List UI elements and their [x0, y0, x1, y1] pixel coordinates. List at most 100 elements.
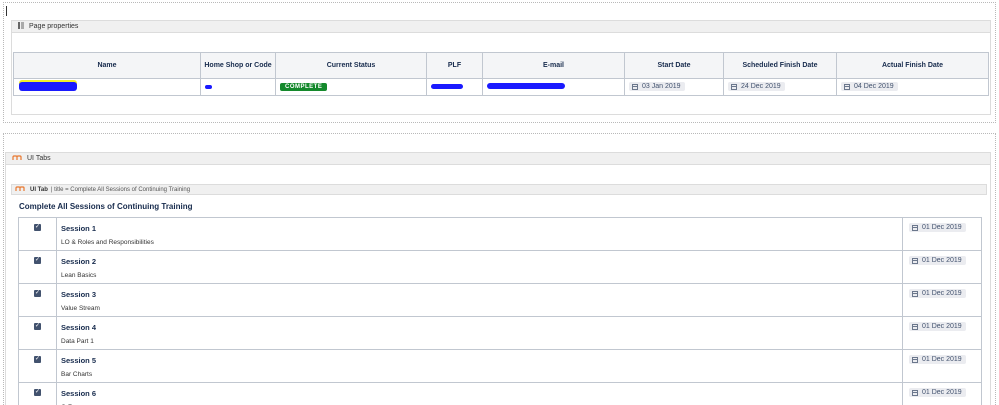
- task-row: ✓ Session 5 Bar Charts 01 Dec 2019: [18, 349, 982, 383]
- cell-plf: [426, 78, 483, 96]
- task-name: Session 4: [61, 323, 97, 332]
- calendar-icon: [912, 323, 918, 330]
- task-content-cell: Session 3 Value Stream: [56, 283, 903, 317]
- task-name: Session 1: [61, 224, 97, 233]
- ui-tabs-title: UI Tabs: [27, 155, 51, 162]
- calendar-icon: [844, 83, 850, 90]
- column-header-home-shop: Home Shop or Code: [200, 52, 276, 79]
- task-date-value: 01 Dec 2019: [922, 323, 962, 330]
- cell-email: [482, 78, 625, 96]
- task-date-cell: 01 Dec 2019: [902, 283, 982, 317]
- task-date-lozenge[interactable]: 01 Dec 2019: [909, 256, 966, 265]
- task-row: ✓ Session 3 Value Stream 01 Dec 2019: [18, 283, 982, 317]
- task-date-cell: 01 Dec 2019: [902, 250, 982, 284]
- task-content-cell: Session 1 LO & Roles and Responsibilities: [56, 217, 903, 251]
- task-date-lozenge[interactable]: 01 Dec 2019: [909, 322, 966, 331]
- cell-actual-finish: 04 Dec 2019: [836, 78, 989, 96]
- tab-content-title: Complete All Sessions of Continuing Trai…: [19, 202, 193, 211]
- calendar-icon: [731, 83, 737, 90]
- ui-tab-label: UI Tab: [30, 186, 48, 193]
- task-checkbox-cell: ✓: [18, 316, 57, 350]
- task-date-lozenge[interactable]: 01 Dec 2019: [909, 355, 966, 364]
- task-date-value: 01 Dec 2019: [922, 356, 962, 363]
- task-date-value: 01 Dec 2019: [922, 224, 962, 231]
- task-row: ✓ Session 4 Data Part 1 01 Dec 2019: [18, 316, 982, 350]
- ui-tabs-macro-header[interactable]: UI Tabs: [5, 152, 991, 165]
- cell-start-date: 03 Jan 2019: [624, 78, 724, 96]
- scheduled-finish-value: 24 Dec 2019: [741, 83, 781, 91]
- start-date-lozenge[interactable]: 03 Jan 2019: [629, 82, 685, 92]
- task-checkbox-cell: ✓: [18, 283, 57, 317]
- redacted-plf: [431, 83, 463, 89]
- page-properties-title: Page properties: [29, 23, 79, 30]
- actual-finish-lozenge[interactable]: 04 Dec 2019: [841, 82, 898, 92]
- task-checkbox-cell: ✓: [18, 250, 57, 284]
- task-checkbox[interactable]: ✓: [34, 323, 41, 330]
- task-row: ✓ Session 6C-F 01 Dec 2019: [18, 382, 982, 405]
- task-date-lozenge[interactable]: 01 Dec 2019: [909, 388, 966, 397]
- cell-status: COMPLETE: [275, 78, 427, 96]
- task-checkbox-cell: ✓: [18, 349, 57, 383]
- calendar-icon: [632, 83, 638, 90]
- task-date-lozenge[interactable]: 01 Dec 2019: [909, 223, 966, 232]
- task-name: Session 3: [61, 290, 97, 299]
- task-checkbox[interactable]: ✓: [34, 290, 41, 297]
- task-date-value: 01 Dec 2019: [922, 257, 962, 264]
- task-description: Lean Basics: [61, 272, 97, 279]
- actual-finish-value: 04 Dec 2019: [854, 83, 894, 91]
- task-checkbox-cell: ✓: [18, 217, 57, 251]
- task-description: Bar Charts: [61, 371, 93, 378]
- ui-tab-macro-header[interactable]: UI Tab | title = Complete All Sessions o…: [11, 184, 987, 195]
- task-date-cell: 01 Dec 2019: [902, 217, 982, 251]
- task-date-value: 01 Dec 2019: [922, 389, 962, 396]
- column-header-name: Name: [13, 52, 201, 79]
- column-header-actual-finish: Actual Finish Date: [836, 52, 989, 79]
- table-header-row: Name Home Shop or Code Current Status PL…: [13, 52, 989, 79]
- task-checkbox[interactable]: ✓: [34, 224, 41, 231]
- column-header-scheduled-finish: Scheduled Finish Date: [723, 52, 837, 79]
- task-checkbox[interactable]: ✓: [34, 356, 41, 363]
- task-content-cell: Session 5 Bar Charts: [56, 349, 903, 383]
- task-name: Session 6: [61, 389, 97, 398]
- redacted-home-shop: [205, 84, 212, 89]
- cell-name: [13, 78, 201, 96]
- ui-tabs-icon: [12, 154, 22, 163]
- column-header-start-date: Start Date: [624, 52, 724, 79]
- task-date-cell: 01 Dec 2019: [902, 316, 982, 350]
- task-name: Session 2: [61, 257, 97, 266]
- cell-home-shop: [200, 78, 276, 96]
- page-properties-icon: [18, 22, 24, 31]
- scheduled-finish-lozenge[interactable]: 24 Dec 2019: [728, 82, 785, 92]
- calendar-icon: [912, 290, 918, 297]
- page-properties-table: Name Home Shop or Code Current Status PL…: [13, 52, 989, 96]
- column-header-status: Current Status: [275, 52, 427, 79]
- redacted-email: [487, 83, 565, 89]
- task-checkbox[interactable]: ✓: [34, 257, 41, 264]
- table-row: COMPLETE 03 Jan 2019 24 Dec 2019 04 Dec …: [13, 78, 989, 96]
- task-list-table: ✓ Session 1 LO & Roles and Responsibilitie…: [18, 217, 982, 405]
- calendar-icon: [912, 257, 918, 264]
- column-header-plf: PLF: [426, 52, 483, 79]
- redacted-name: [19, 81, 77, 91]
- calendar-icon: [912, 224, 918, 231]
- task-date-lozenge[interactable]: 01 Dec 2019: [909, 289, 966, 298]
- calendar-icon: [912, 356, 918, 363]
- task-checkbox[interactable]: ✓: [34, 389, 41, 396]
- task-content-cell: Session 6C-F: [56, 382, 903, 405]
- status-badge: COMPLETE: [280, 83, 328, 91]
- task-content-cell: Session 2 Lean Basics: [56, 250, 903, 284]
- task-description: Data Part 1: [61, 338, 94, 345]
- calendar-icon: [912, 389, 918, 396]
- task-row: ✓ Session 1 LO & Roles and Responsibilitie…: [18, 217, 982, 251]
- task-row: ✓ Session 2 Lean Basics 01 Dec 2019: [18, 250, 982, 284]
- ui-tab-params: | title = Complete All Sessions of Conti…: [50, 186, 191, 193]
- column-header-email: E-mail: [482, 52, 625, 79]
- task-description: LO & Roles and Responsibilities: [61, 239, 154, 246]
- ui-tab-icon: [15, 185, 25, 194]
- task-content-cell: Session 4 Data Part 1: [56, 316, 903, 350]
- page-properties-macro-header[interactable]: Page properties: [11, 20, 991, 33]
- task-date-cell: 01 Dec 2019: [902, 349, 982, 383]
- task-checkbox-cell: ✓: [18, 382, 57, 405]
- task-date-cell: 01 Dec 2019: [902, 382, 982, 405]
- start-date-value: 03 Jan 2019: [642, 83, 681, 91]
